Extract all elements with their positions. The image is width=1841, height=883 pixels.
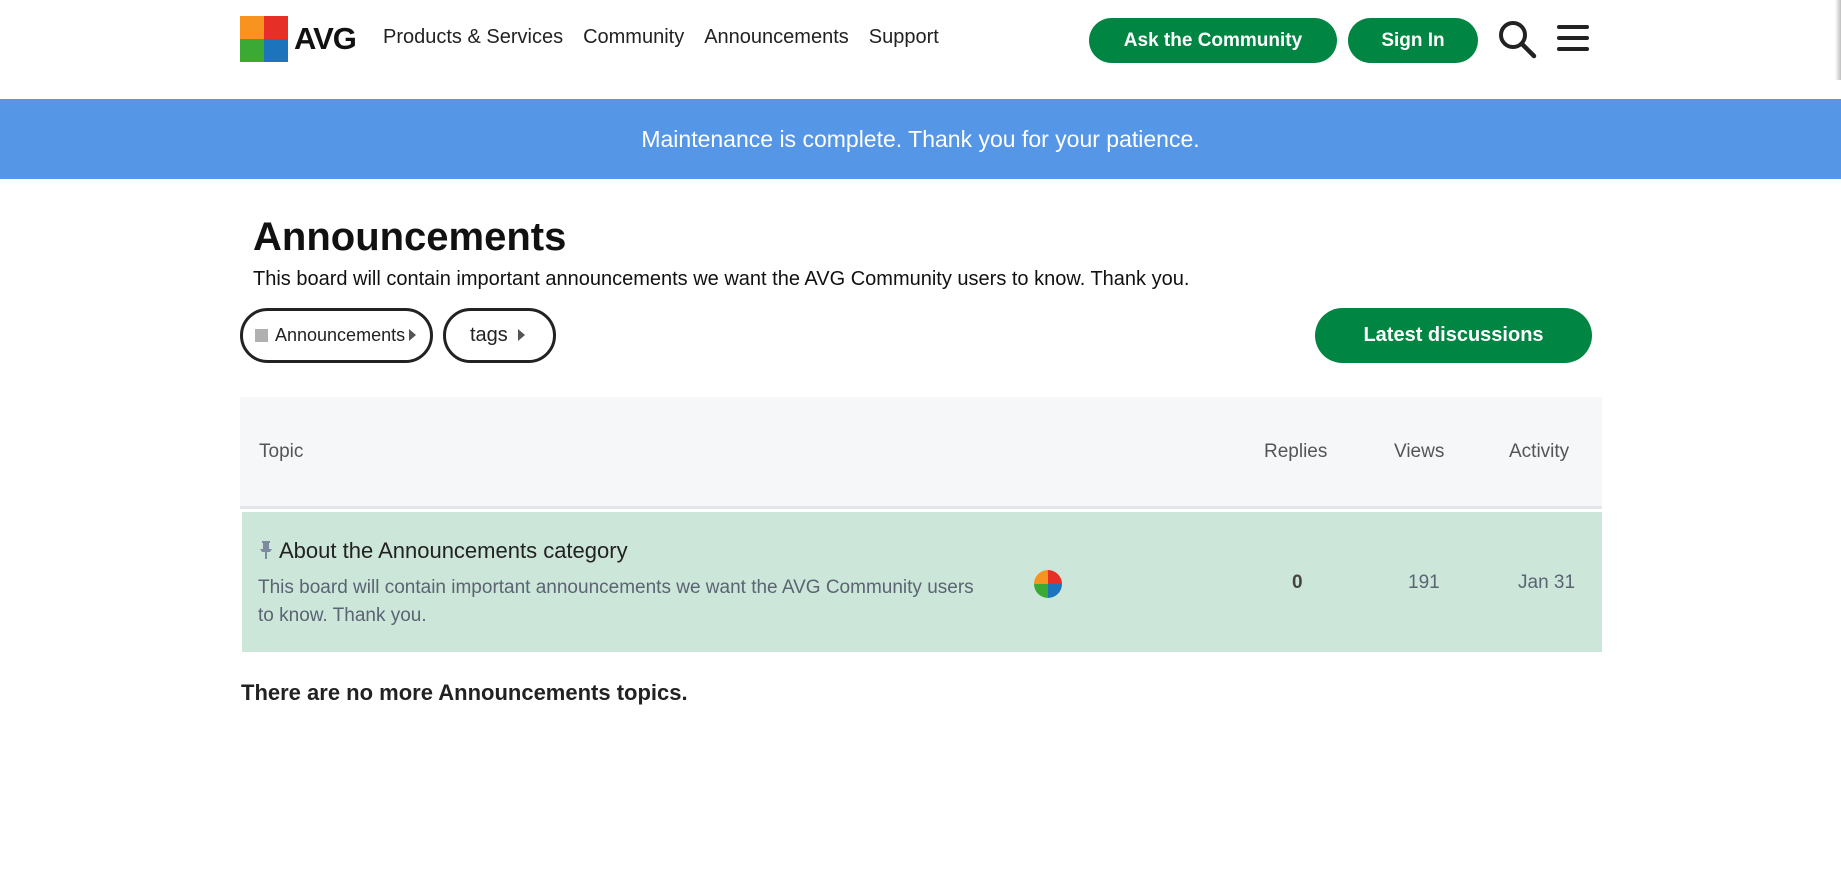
table-row[interactable]: About the Announcements category This bo… [242,512,1602,652]
topic-table-header: Topic Replies Views Activity [240,397,1602,509]
sign-in-button[interactable]: Sign In [1348,18,1478,63]
latest-discussions-button[interactable]: Latest discussions [1315,308,1592,363]
nav-announcements[interactable]: Announcements [704,26,849,49]
hamburger-menu-icon[interactable] [1555,20,1591,56]
caret-right-icon [518,329,525,341]
replies-count: 0 [1292,572,1303,593]
category-filter-dropdown[interactable]: Announcements [240,308,433,363]
ask-community-button[interactable]: Ask the Community [1089,18,1337,63]
pin-icon [260,541,272,559]
topic-title-link[interactable]: About the Announcements category [279,538,628,564]
tags-filter-label: tags [470,324,508,346]
views-count: 191 [1408,572,1440,593]
header-replies[interactable]: Replies [1264,441,1327,463]
scroll-shadow [1835,0,1841,80]
category-filter-label: Announcements [275,325,406,345]
no-more-topics-message: There are no more Announcements topics. [241,680,688,705]
topic-excerpt: This board will contain important announ… [258,577,974,626]
avg-logo-icon [240,16,288,62]
logo-text: AVG [294,21,357,56]
nav-community[interactable]: Community [583,26,684,49]
page-title: Announcements [253,215,567,259]
header-activity[interactable]: Activity [1509,441,1569,463]
caret-right-icon [409,329,416,341]
nav-support[interactable]: Support [869,26,939,49]
header-topic[interactable]: Topic [259,441,303,463]
banner-text: Maintenance is complete. Thank you for y… [641,125,1200,152]
main-nav: Products & Services Community Announceme… [383,26,959,49]
avatar[interactable] [1034,570,1062,598]
tags-filter-dropdown[interactable]: tags [443,308,556,363]
site-header: AVG Products & Services Community Announ… [0,0,1841,99]
nav-products-services[interactable]: Products & Services [383,26,563,49]
activity-date[interactable]: Jan 31 [1518,572,1575,594]
avg-logo[interactable]: AVG [240,16,357,62]
category-color-swatch [255,329,268,342]
category-description: This board will contain important announ… [253,268,1190,290]
maintenance-banner: Maintenance is complete. Thank you for y… [0,99,1841,179]
header-views[interactable]: Views [1394,441,1444,463]
search-icon[interactable] [1497,19,1537,59]
